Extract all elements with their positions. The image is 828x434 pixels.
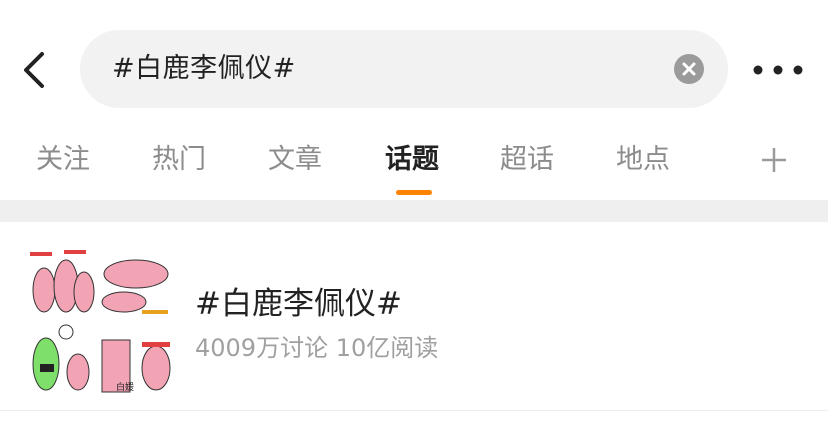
tab-follow[interactable]: 关注 xyxy=(36,130,90,190)
topic-thumbnail: 白媛 xyxy=(24,244,174,394)
active-tab-indicator xyxy=(396,190,432,195)
search-query-text: #白鹿李佩仪# xyxy=(112,53,296,84)
tab-super-topics[interactable]: 超话 xyxy=(500,130,554,190)
row-divider xyxy=(0,410,828,411)
topic-title: #白鹿李佩仪# xyxy=(195,286,402,322)
clear-icon xyxy=(682,62,696,76)
search-field[interactable]: #白鹿李佩仪# xyxy=(80,30,728,108)
tab-bar: 关注 热门 文章 话题 超话 地点 xyxy=(0,130,828,195)
plus-icon xyxy=(762,148,786,172)
clear-button[interactable] xyxy=(674,54,704,84)
topic-stats: 4009万讨论 10亿阅读 xyxy=(195,334,439,362)
more-button[interactable] xyxy=(752,56,804,84)
back-arrow-icon xyxy=(24,52,44,88)
add-tab-button[interactable] xyxy=(760,146,788,174)
section-divider xyxy=(0,200,828,222)
tab-locations[interactable]: 地点 xyxy=(616,130,670,190)
top-bar: #白鹿李佩仪# xyxy=(0,0,828,120)
tab-topics[interactable]: 话题 xyxy=(385,130,439,190)
back-button[interactable] xyxy=(18,48,54,92)
tab-hot[interactable]: 热门 xyxy=(152,130,206,190)
thumbnail-caption: 白媛 xyxy=(116,381,134,393)
topic-result-item[interactable]: 白媛 #白鹿李佩仪# 4009万讨论 10亿阅读 xyxy=(0,222,828,410)
more-dots-icon xyxy=(753,65,803,75)
tab-articles[interactable]: 文章 xyxy=(268,130,322,190)
